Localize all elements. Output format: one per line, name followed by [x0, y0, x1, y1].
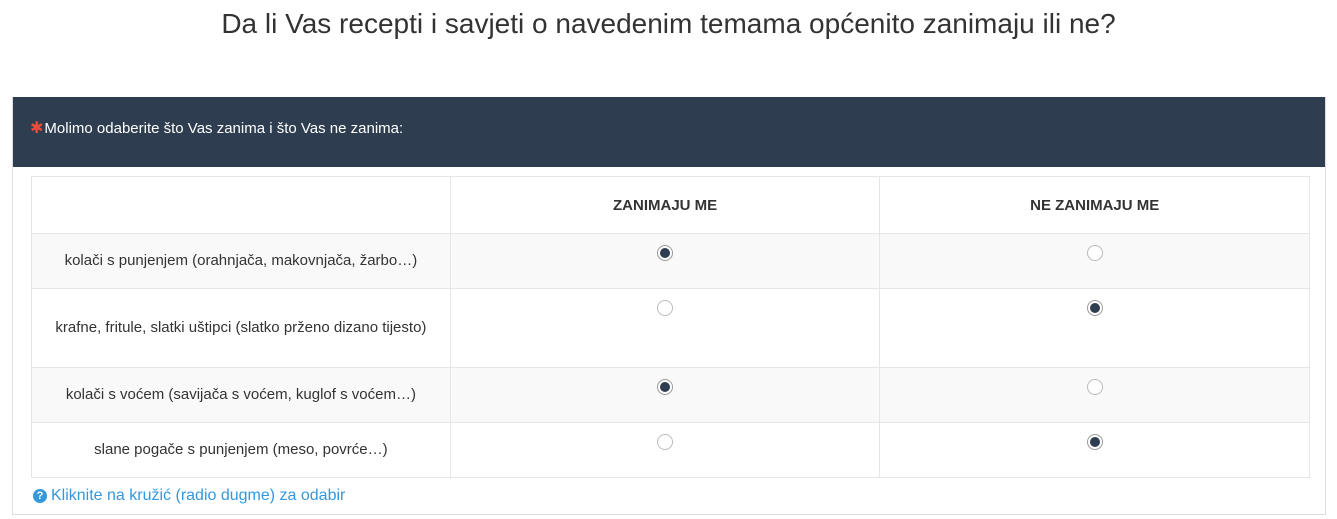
radio-zanimaju-me[interactable] [657, 434, 674, 450]
radio-cell [879, 367, 1310, 423]
radio-cell [879, 422, 1310, 478]
question-title: Da li Vas recepti i savjeti o navedenim … [221, 8, 1116, 39]
question-text: Molimo odaberite što Vas zanima i što Va… [44, 120, 404, 137]
header-zanimaju-me: ZANIMAJU ME [449, 176, 881, 234]
row-label: krafne, fritule, slatki uštipci (slatko … [31, 288, 451, 368]
table-row: slane pogače s punjenjem (meso, povrće…) [31, 422, 1310, 478]
radio-cell [879, 233, 1310, 289]
radio-cell [879, 288, 1310, 368]
row-label: slane pogače s punjenjem (meso, povrće…) [31, 422, 451, 478]
radio-cell [449, 288, 881, 368]
header-empty [31, 176, 451, 234]
question-text-wrap: ✱Molimo odaberite što Vas zanima i što V… [30, 118, 403, 138]
header-ne-zanimaju-me: NE ZANIMAJU ME [879, 176, 1310, 234]
question-panel: ✱Molimo odaberite što Vas zanima i što V… [12, 97, 1326, 515]
table-row: krafne, fritule, slatki uštipci (slatko … [31, 288, 1310, 368]
question-circle-icon: ? [33, 489, 47, 503]
radio-zanimaju-me[interactable] [657, 379, 674, 395]
table-row: kolači s punjenjem (orahnjača, makovnjač… [31, 233, 1310, 289]
radio-cell [449, 422, 881, 478]
table-row: kolači s voćem (savijača s voćem, kuglof… [31, 367, 1310, 423]
question-header: ✱Molimo odaberite što Vas zanima i što V… [13, 97, 1325, 167]
required-asterisk-icon: ✱ [30, 120, 44, 137]
radio-ne-zanimaju-me[interactable] [1086, 434, 1103, 450]
matrix-table: ZANIMAJU ME NE ZANIMAJU ME kolači s punj… [31, 176, 1310, 478]
row-label: kolači s voćem (savijača s voćem, kuglof… [31, 367, 451, 423]
radio-ne-zanimaju-me[interactable] [1086, 379, 1103, 395]
help-link[interactable]: ? Kliknite na kružić (radio dugme) za oda… [33, 487, 345, 505]
radio-ne-zanimaju-me[interactable] [1086, 300, 1103, 316]
row-label: kolači s punjenjem (orahnjača, makovnjač… [31, 233, 451, 289]
radio-zanimaju-me[interactable] [657, 245, 674, 261]
radio-ne-zanimaju-me[interactable] [1086, 245, 1103, 261]
radio-cell [449, 233, 881, 289]
radio-cell [449, 367, 881, 423]
radio-zanimaju-me[interactable] [657, 300, 674, 316]
header-row: ZANIMAJU ME NE ZANIMAJU ME [31, 176, 1310, 234]
help-text: Kliknite na kružić (radio dugme) za odab… [51, 487, 346, 504]
